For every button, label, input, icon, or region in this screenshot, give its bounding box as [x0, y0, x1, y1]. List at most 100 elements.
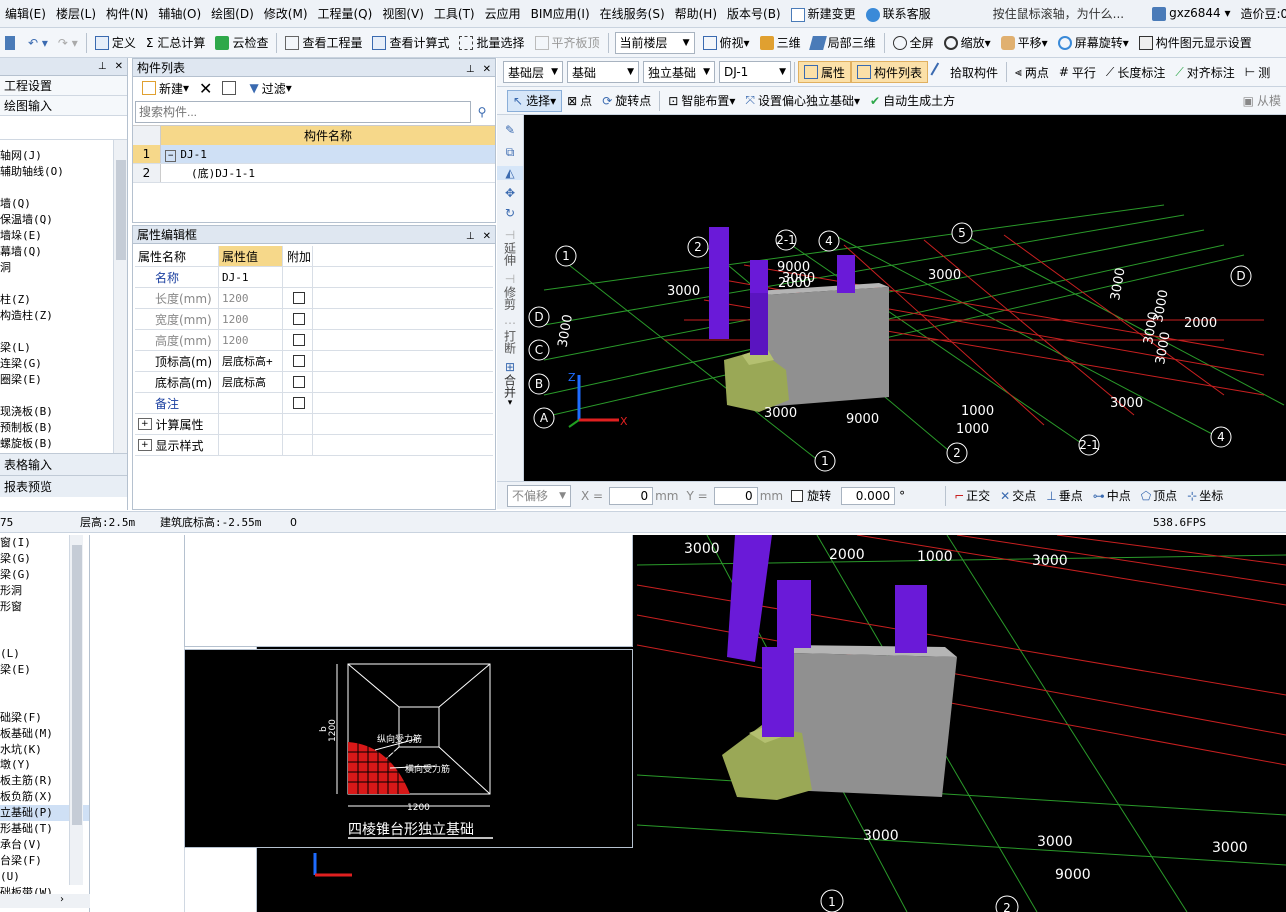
report-preview-item[interactable]: 报表预览	[0, 475, 127, 497]
property-row[interactable]: 底标高(m) 层底标高	[135, 372, 493, 393]
filter-button[interactable]: ▼ 过滤 ▾	[244, 80, 296, 97]
zoom-button[interactable]: 缩放 ▾	[939, 34, 996, 51]
auto-soil-button[interactable]: ✔ 自动生成土方	[865, 92, 960, 109]
property-row[interactable]: 备注	[135, 393, 493, 414]
close-icon[interactable]: ✕	[483, 64, 491, 75]
perp-button[interactable]: ⊥ 垂点	[1041, 487, 1087, 504]
property-value[interactable]	[219, 393, 283, 413]
length-mark-button[interactable]: ⟋ 长度标注	[1101, 64, 1170, 81]
mirror-icon[interactable]: ◭	[497, 166, 523, 180]
extra-checkbox[interactable]	[293, 355, 305, 367]
3d-viewport[interactable]: Z X 3000 3000 9000 2000 3000 3000 3000 3000 3000…	[524, 115, 1286, 481]
tree-item[interactable]: 墙垛(E)	[0, 228, 127, 244]
two-point-button[interactable]: ⫷ 两点	[1010, 64, 1054, 81]
tree-item[interactable]: 洞	[0, 260, 127, 276]
table-row[interactable]: 2 (底)DJ-1-1	[133, 164, 495, 183]
property-row[interactable]: + 显示样式	[135, 435, 493, 456]
tree-item[interactable]	[0, 324, 127, 340]
extra-checkbox[interactable]	[293, 292, 305, 304]
property-row[interactable]: 顶标高(m) 层底标高+	[135, 351, 493, 372]
column-3[interactable]	[750, 293, 768, 355]
tree-item[interactable]: 辅助轴线(O)	[0, 164, 127, 180]
delete-icon[interactable]: ✕	[194, 79, 217, 98]
menu-draw[interactable]: 绘图(D)	[206, 5, 259, 22]
select-button[interactable]: ↖ 选择 ▾	[507, 89, 563, 112]
screen-rotate-button[interactable]: 屏幕旋转 ▾	[1053, 34, 1134, 51]
property-row[interactable]: + 计算属性	[135, 414, 493, 435]
x-input[interactable]: 0	[609, 486, 654, 505]
menu-version[interactable]: 版本号(B)	[722, 5, 786, 22]
extra-checkbox[interactable]	[293, 376, 305, 388]
component-select[interactable]: DJ-1 ▼	[719, 61, 791, 83]
intersect-button[interactable]: ✕ 交点	[995, 487, 1041, 504]
menu-cloud[interactable]: 云应用	[480, 5, 526, 22]
scrollbar-thumb[interactable]	[72, 545, 82, 825]
three-d-button[interactable]: 三维	[755, 34, 806, 51]
h-scrollbar[interactable]: ›	[0, 894, 90, 908]
floor-select[interactable]: 当前楼层 ▼	[614, 31, 695, 54]
point-button[interactable]: ⊠ 点	[562, 92, 597, 109]
undo-icon[interactable]: ↶ ▾	[23, 36, 53, 50]
define-button[interactable]: 定义	[90, 34, 141, 51]
vertex-button[interactable]: ⬠ 顶点	[1136, 487, 1182, 504]
menu-view[interactable]: 视图(V)	[377, 5, 429, 22]
comp-display-button[interactable]: 构件图元显示设置	[1134, 34, 1257, 51]
property-value[interactable]: 层底标高	[219, 372, 283, 392]
extra-checkbox[interactable]	[293, 334, 305, 346]
rotate-tool-icon[interactable]: ↻	[497, 206, 523, 220]
align-mark-button[interactable]: ⟋ 对齐标注	[1170, 64, 1239, 81]
coord-button[interactable]: ⊹ 坐标	[1182, 487, 1228, 504]
pin-icon[interactable]: ⊥	[98, 61, 107, 72]
menu-quantity[interactable]: 工程量(Q)	[313, 5, 378, 22]
tree-item[interactable]: 预制板(B)	[0, 420, 127, 436]
property-value[interactable]: DJ-1	[219, 267, 283, 287]
angle-input[interactable]: 0.000	[841, 486, 896, 505]
property-row[interactable]: 长度(mm) 1200	[135, 288, 493, 309]
properties-toggle[interactable]: 属性	[798, 61, 852, 83]
tree-item[interactable]: 柱(Z)	[0, 292, 127, 308]
pin-icon[interactable]: ⊥	[466, 64, 475, 75]
tree-scrollbar[interactable]	[69, 535, 83, 885]
close-icon[interactable]: ✕	[115, 61, 123, 72]
tree-scrollbar[interactable]	[113, 140, 127, 453]
move-icon[interactable]: ✥	[497, 186, 523, 200]
local3d-button[interactable]: 局部三维	[806, 34, 881, 51]
menu-component[interactable]: 构件(N)	[101, 5, 153, 22]
rotate-point-button[interactable]: ⟳ 旋转点	[597, 92, 656, 109]
tree-item[interactable]: 墙(Q)	[0, 196, 127, 212]
flat-board-button[interactable]: 平齐板顶	[530, 34, 605, 51]
search-icon[interactable]: ⚲	[471, 101, 493, 123]
copy-tool-icon[interactable]: ⧉	[497, 145, 523, 160]
brush-icon[interactable]: ✎	[497, 123, 523, 137]
trim-button[interactable]: 修剪	[502, 286, 519, 310]
property-row[interactable]: 高度(mm) 1200	[135, 330, 493, 351]
complist-toggle[interactable]: 构件列表	[851, 61, 929, 83]
menu-tools[interactable]: 工具(T)	[429, 5, 480, 22]
collapse-icon[interactable]: −	[165, 150, 177, 162]
pick-component-button[interactable]: 拾取构件	[928, 62, 1003, 82]
pan-button[interactable]: 平移 ▾	[996, 34, 1053, 51]
category-select[interactable]: 基础 ▼	[567, 61, 639, 83]
tree-item[interactable]	[0, 276, 127, 292]
save-icon[interactable]	[0, 35, 23, 50]
tree-item[interactable]: 保温墙(Q)	[0, 212, 127, 228]
tip-text[interactable]: 按住鼠标滚轴，为什么...	[988, 5, 1129, 22]
pin-icon[interactable]: ⊥	[466, 231, 475, 242]
redo-icon[interactable]: ↷ ▾	[53, 36, 83, 50]
offset-select[interactable]: 不偏移 ▼	[507, 484, 571, 507]
table-input-item[interactable]: 表格输入	[0, 453, 127, 475]
view-quantity-button[interactable]: 查看工程量	[280, 34, 367, 51]
new-change-button[interactable]: 新建变更	[786, 5, 861, 22]
menu-aux-axis[interactable]: 辅轴(O)	[153, 5, 206, 22]
menu-help[interactable]: 帮助(H)	[670, 5, 722, 22]
fullscreen-button[interactable]: 全屏	[888, 34, 939, 51]
type-select[interactable]: 独立基础 ▼	[643, 61, 715, 83]
contact-service-button[interactable]: 联系客服	[861, 5, 936, 22]
property-value[interactable]: 1200	[219, 309, 283, 329]
scrollbar-thumb[interactable]	[116, 160, 126, 260]
tree-item[interactable]: 现浇板(B)	[0, 404, 127, 420]
tree-item[interactable]: 轴网(J)	[0, 148, 127, 164]
expand-icon[interactable]: +	[138, 439, 152, 451]
column-1[interactable]	[709, 227, 729, 339]
merge-button[interactable]: 合并	[502, 374, 519, 398]
